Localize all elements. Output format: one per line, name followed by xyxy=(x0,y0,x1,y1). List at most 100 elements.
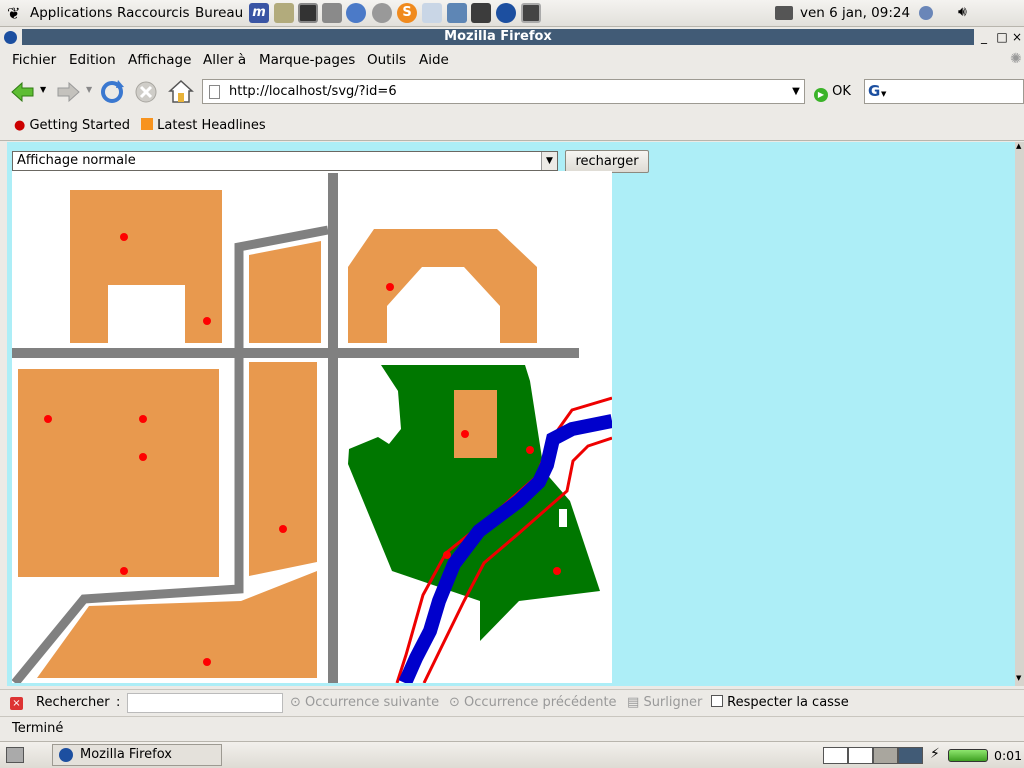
menu-help[interactable]: Aide xyxy=(419,52,449,68)
firefox-launcher-icon[interactable] xyxy=(496,3,516,23)
find-previous-button[interactable]: ⊙ Occurrence précédente xyxy=(449,695,617,710)
weather-icon[interactable] xyxy=(919,6,933,20)
close-button[interactable]: × xyxy=(1010,30,1024,44)
chevron-down-icon[interactable]: ▼ xyxy=(541,152,557,170)
map-point[interactable] xyxy=(279,525,287,533)
file-cabinet-launcher-icon[interactable] xyxy=(274,3,294,23)
menu-go[interactable]: Aller à xyxy=(203,52,246,68)
url-history-dropdown[interactable]: ▼ xyxy=(788,81,804,102)
minimize-button[interactable]: _ xyxy=(977,30,991,44)
go-button[interactable]: ▶ OK xyxy=(814,84,851,102)
building-large[interactable] xyxy=(18,369,219,577)
web-launcher-icon[interactable] xyxy=(346,3,366,23)
arrow-up-circle-icon: ⊙ xyxy=(449,695,460,710)
road-horizontal xyxy=(12,348,579,358)
building-in-forest[interactable] xyxy=(454,390,497,458)
home-button[interactable] xyxy=(167,78,195,106)
menubar: Fichier Edition Affichage Aller à Marque… xyxy=(0,49,1024,71)
menu-bookmarks[interactable]: Marque-pages xyxy=(259,52,355,68)
close-find-icon[interactable]: × xyxy=(10,697,23,710)
url-text: http://localhost/svg/?id=6 xyxy=(229,84,397,99)
match-case-label: Respecter la casse xyxy=(727,695,849,710)
menu-view[interactable]: Affichage xyxy=(128,52,191,68)
map-point[interactable] xyxy=(553,567,561,575)
search-bar[interactable]: G ▼ xyxy=(864,79,1024,104)
desktop-menu[interactable]: Bureau xyxy=(195,5,243,21)
building-narrow[interactable] xyxy=(249,241,321,343)
volume-icon[interactable]: 🔊︎ xyxy=(958,4,967,20)
highlight-button[interactable]: ▤ Surligner xyxy=(627,695,702,710)
firefox-bookmark-icon: ● xyxy=(14,118,26,133)
panel-clock[interactable]: ven 6 jan, 09:24 xyxy=(800,5,910,21)
map-point[interactable] xyxy=(139,453,147,461)
match-case-option[interactable]: Respecter la casse xyxy=(711,695,849,710)
terminal-launcher-icon[interactable] xyxy=(298,3,318,23)
find-next-label: Occurrence suivante xyxy=(305,695,440,710)
maximize-button[interactable]: □ xyxy=(995,30,1009,44)
map-point[interactable] xyxy=(443,551,451,559)
bookmark-label: Latest Headlines xyxy=(157,118,266,133)
taskbar-task-label: Mozilla Firefox xyxy=(80,747,172,762)
url-bar[interactable]: http://localhost/svg/?id=6 xyxy=(202,79,805,104)
forward-history-dropdown[interactable]: ▼ xyxy=(86,85,92,94)
menu-file[interactable]: Fichier xyxy=(12,52,56,68)
workspace-2[interactable] xyxy=(848,747,873,764)
map-point[interactable] xyxy=(139,415,147,423)
vertical-scrollbar[interactable]: ▲ ▼ xyxy=(1015,142,1024,686)
workspace-4[interactable] xyxy=(898,747,923,764)
bookmark-getting-started[interactable]: ● Getting Started xyxy=(14,118,130,133)
menu-tools[interactable]: Outils xyxy=(367,52,406,68)
match-case-checkbox[interactable] xyxy=(711,695,723,707)
screen-launcher-icon[interactable] xyxy=(521,3,541,23)
skype-launcher-icon[interactable]: S xyxy=(397,3,417,23)
map-point[interactable] xyxy=(120,567,128,575)
bookmark-latest-headlines[interactable]: Latest Headlines xyxy=(141,118,266,133)
back-history-dropdown[interactable]: ▼ xyxy=(40,85,46,94)
rss-icon xyxy=(141,118,153,130)
map-point[interactable] xyxy=(203,317,211,325)
workspace-3[interactable] xyxy=(873,747,898,764)
map-point[interactable] xyxy=(526,446,534,454)
power-plug-icon: ⚡︎ xyxy=(930,746,940,762)
back-button[interactable] xyxy=(9,78,37,106)
network-launcher-icon[interactable] xyxy=(422,3,442,23)
status-text: Terminé xyxy=(12,721,64,736)
reload-map-button[interactable]: recharger xyxy=(565,150,649,173)
find-input[interactable] xyxy=(127,693,283,713)
disk-launcher-icon[interactable] xyxy=(372,3,392,23)
mail-launcher-icon[interactable]: m xyxy=(249,3,269,23)
stop-button[interactable] xyxy=(132,78,160,106)
gnome-foot-icon[interactable]: ❦ xyxy=(7,4,20,23)
google-engine-icon[interactable]: G xyxy=(868,82,880,100)
reload-button[interactable] xyxy=(98,78,126,106)
map-point[interactable] xyxy=(44,415,52,423)
map-point[interactable] xyxy=(203,658,211,666)
settings-launcher-icon[interactable] xyxy=(322,3,342,23)
menu-edit[interactable]: Edition xyxy=(69,52,116,68)
map-point[interactable] xyxy=(386,283,394,291)
page-icon xyxy=(209,85,220,99)
scroll-down-icon[interactable]: ▼ xyxy=(1016,674,1021,682)
scroll-up-icon[interactable]: ▲ xyxy=(1016,142,1021,150)
bottom-panel: Mozilla Firefox ⚡︎ 0:01 xyxy=(0,741,1024,768)
engine-dropdown-icon[interactable]: ▼ xyxy=(881,90,886,98)
database-launcher-icon[interactable] xyxy=(447,3,467,23)
camera-icon[interactable] xyxy=(775,6,793,20)
find-next-button[interactable]: ⊙ Occurrence suivante xyxy=(290,695,439,710)
applications-menu[interactable]: Applications xyxy=(30,5,112,21)
app-launcher-icon[interactable] xyxy=(471,3,491,23)
map-point[interactable] xyxy=(120,233,128,241)
window-menu-icon[interactable] xyxy=(4,31,17,44)
taskbar-firefox-button[interactable]: Mozilla Firefox xyxy=(52,744,222,766)
forward-button[interactable] xyxy=(54,78,82,106)
building-tall[interactable] xyxy=(249,362,317,576)
battery-icon[interactable] xyxy=(948,749,988,762)
view-mode-select[interactable]: Affichage normale ▼ xyxy=(12,151,558,171)
bookmark-label: Getting Started xyxy=(29,118,130,133)
find-label: Rechercher xyxy=(36,695,110,710)
shortcuts-menu[interactable]: Raccourcis xyxy=(117,5,189,21)
show-desktop-icon[interactable] xyxy=(6,747,24,763)
workspace-1[interactable] xyxy=(823,747,848,764)
map-point[interactable] xyxy=(461,430,469,438)
top-panel: ❦ Applications Raccourcis Bureau m S ven… xyxy=(0,0,1024,27)
